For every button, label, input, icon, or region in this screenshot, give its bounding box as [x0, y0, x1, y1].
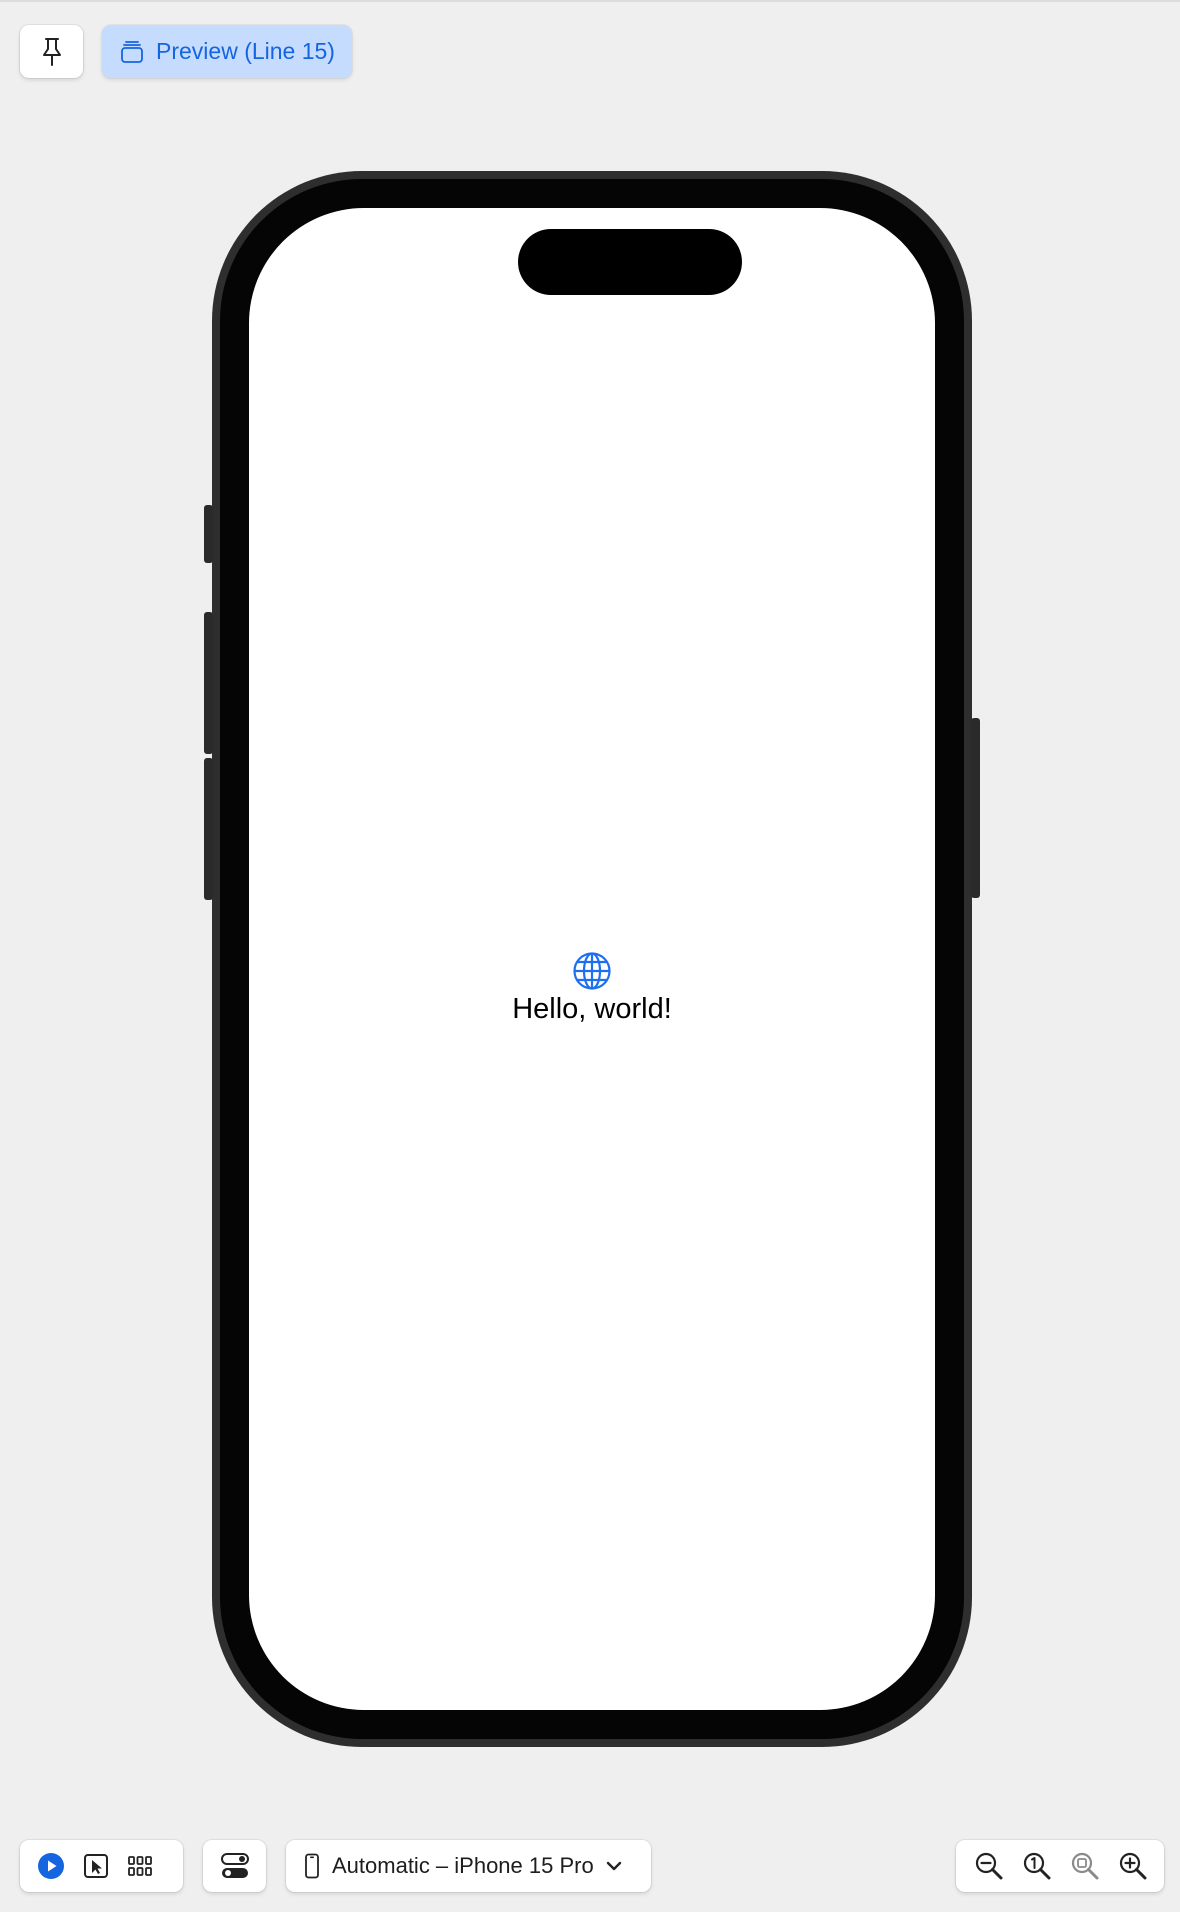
power-button	[971, 718, 980, 898]
play-circle-icon[interactable]	[37, 1852, 65, 1880]
stacked-windows-icon	[120, 40, 144, 64]
zoom-out-icon[interactable]	[974, 1851, 1004, 1881]
device-selector[interactable]: Automatic – iPhone 15 Pro	[286, 1840, 651, 1892]
zoom-100-icon[interactable]	[1022, 1851, 1052, 1881]
device-selector-label: Automatic – iPhone 15 Pro	[332, 1853, 594, 1878]
zoom-controls	[956, 1840, 1164, 1892]
window-top-divider	[0, 0, 1180, 2]
cursor-select-icon[interactable]	[83, 1853, 109, 1879]
device-screen[interactable]: Hello, world!	[249, 208, 935, 1710]
content-view: Hello, world!	[249, 951, 935, 1026]
toggles-icon	[220, 1852, 250, 1880]
zoom-in-icon[interactable]	[1118, 1851, 1148, 1881]
preview-tab-label: Preview (Line 15)	[156, 38, 335, 64]
volume-up-button	[204, 612, 213, 754]
pin-preview-button[interactable]	[20, 25, 83, 78]
pin-icon	[40, 37, 64, 67]
preview-tab[interactable]: Preview (Line 15)	[102, 25, 352, 78]
hello-text: Hello, world!	[512, 993, 672, 1025]
dynamic-island	[518, 229, 742, 295]
chevron-down-icon	[606, 1860, 622, 1872]
action-button	[204, 505, 213, 563]
zoom-fit-icon[interactable]	[1070, 1851, 1100, 1881]
globe-icon	[572, 951, 612, 991]
preview-mode-group	[20, 1840, 183, 1892]
device-settings-button[interactable]	[203, 1840, 266, 1892]
iphone-bezel: Hello, world!	[220, 179, 964, 1739]
grid-icon[interactable]	[127, 1855, 153, 1877]
volume-down-button	[204, 758, 213, 900]
iphone-frame: Hello, world!	[212, 171, 972, 1747]
iphone-icon	[304, 1853, 320, 1879]
